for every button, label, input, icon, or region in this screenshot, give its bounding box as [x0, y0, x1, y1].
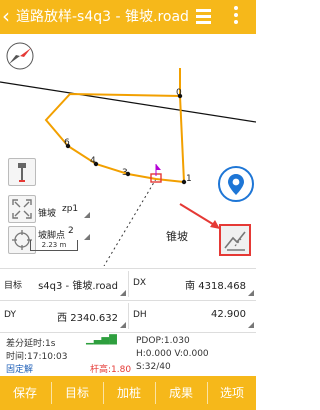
zoom-extent-icon[interactable] — [8, 195, 36, 223]
solution-status: 固定解 — [6, 365, 34, 375]
options-button[interactable]: 选项 — [208, 376, 256, 410]
dy-value: 西 2340.632 — [57, 313, 118, 324]
field-row-2: DY 西 2340.632 DH 42.900 — [0, 300, 256, 331]
title-bar: ‹ 道路放样-s4q3 - 锥坡.road — [0, 0, 256, 34]
save-button[interactable]: 保存 — [0, 376, 50, 410]
diff-delay: 差分延时:1s — [6, 339, 56, 349]
hamburger-icon[interactable] — [196, 9, 211, 27]
pole-icon[interactable] — [8, 158, 36, 186]
status-panel: 差分延时:1s ▁▃▅▇ PDOP:1.030 时间:17:10:03 H:0.… — [0, 332, 256, 375]
dy-field[interactable]: DY 西 2340.632 — [0, 301, 128, 331]
field-row-1: 目标 s4q3 - 锥坡.road DX 南 4318.468 — [0, 268, 256, 299]
slope-label: 锥坡 — [38, 209, 57, 219]
dx-field[interactable]: DX 南 4318.468 — [129, 269, 256, 299]
dh-label: DH — [133, 310, 147, 320]
bottom-toolbar: 保存 目标 加桩 成果 选项 — [0, 376, 256, 410]
satellite-count: S:32/40 — [136, 362, 171, 372]
dy-label: DY — [4, 310, 16, 320]
target-value: s4q3 - 锥坡.road — [38, 281, 118, 292]
map-point-label: 0 — [176, 88, 182, 98]
page-title: 道路放样-s4q3 - 锥坡.road — [16, 9, 189, 25]
compass-icon — [6, 42, 34, 70]
slope-select[interactable]: zp1 — [62, 204, 90, 218]
slope-tool-button[interactable] — [219, 224, 251, 256]
add-stake-button[interactable]: 加桩 — [104, 376, 154, 410]
slope-icon — [224, 231, 246, 251]
slope-annotation: 锥坡 — [166, 230, 188, 243]
dx-value: 南 4318.468 — [185, 281, 246, 292]
map-scale: 2.23 m — [30, 240, 78, 251]
dh-value: 42.900 — [211, 309, 246, 320]
target-button[interactable]: 目标 — [52, 376, 102, 410]
dx-label: DX — [133, 278, 147, 288]
time-value: 时间:17:10:03 — [6, 352, 68, 362]
dh-field[interactable]: DH 42.900 — [129, 301, 256, 331]
target-label: 目标 — [4, 281, 23, 291]
map-point-label: 6 — [64, 138, 70, 148]
pole-height: 杆高:1.80 — [90, 365, 132, 375]
foot-point-select[interactable]: 2 — [68, 226, 90, 240]
more-vertical-icon[interactable] — [232, 6, 240, 27]
pdop-value: PDOP:1.030 — [136, 336, 190, 346]
location-pin-button[interactable] — [218, 166, 254, 202]
hv-value: H:0.000 V:0.000 — [136, 349, 209, 359]
location-pin-icon — [228, 174, 244, 195]
results-button[interactable]: 成果 — [156, 376, 206, 410]
target-field[interactable]: 目标 s4q3 - 锥坡.road — [0, 269, 128, 299]
map-point-label: 3 — [122, 168, 128, 178]
back-button[interactable]: ‹ — [2, 6, 16, 26]
map-point-label: 4 — [90, 156, 96, 166]
map-point-label: 1 — [186, 174, 192, 184]
signal-bars-icon: ▁▃▅▇ — [86, 334, 117, 345]
